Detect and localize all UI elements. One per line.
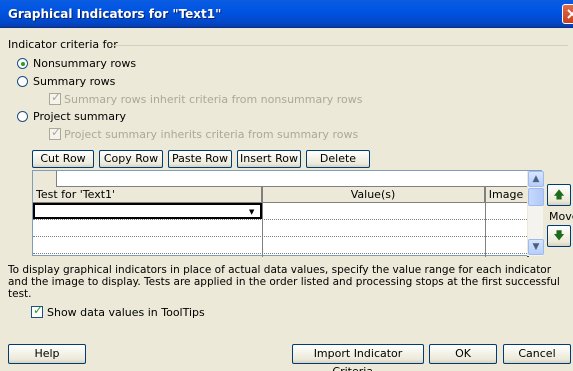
column-header-image[interactable]: Image: [485, 187, 527, 203]
project-summary-radio[interactable]: [17, 111, 28, 122]
delete-row-button[interactable]: Delete Row: [306, 150, 370, 181]
title-bar[interactable]: Graphical Indicators for "Text1": [0, 0, 573, 28]
inherit-project-checkbox[interactable]: ✓: [49, 125, 62, 140]
dropdown-arrow-icon[interactable]: ▼: [249, 208, 254, 216]
window-title: Graphical Indicators for "Text1": [8, 7, 222, 21]
criteria-group-label: Indicator criteria for: [8, 38, 118, 51]
ok-button[interactable]: OK: [429, 344, 497, 364]
scroll-down-icon: ▼: [532, 242, 540, 252]
move-up-button[interactable]: 🡅: [547, 184, 571, 206]
project-summary-label[interactable]: Project summary: [33, 110, 126, 123]
help-button[interactable]: Help: [8, 344, 86, 364]
import-criteria-button[interactable]: Import Indicator Criteria...: [292, 344, 424, 371]
dialog-window: Graphical Indicators for "Text1" Indicat…: [0, 0, 573, 371]
table-row[interactable]: [33, 237, 527, 254]
column-divider: [262, 187, 263, 257]
description-text: To display graphical indicators in place…: [8, 264, 560, 300]
arrow-up-icon: 🡅: [553, 188, 565, 201]
scroll-up-button[interactable]: ▲: [528, 171, 544, 187]
close-button[interactable]: [562, 4, 573, 24]
scroll-down-button[interactable]: ▼: [528, 239, 544, 255]
move-label: Move: [549, 210, 573, 223]
inherit-summary-checkbox[interactable]: ✓: [49, 90, 62, 105]
paste-row-button[interactable]: Paste Row: [168, 150, 232, 168]
show-tooltips-label[interactable]: Show data values in ToolTips: [47, 306, 205, 319]
move-down-button[interactable]: 🡇: [547, 225, 571, 247]
nonsummary-radio[interactable]: [17, 58, 28, 69]
checkmark-icon: ✓: [33, 303, 44, 317]
summary-radio[interactable]: [17, 76, 28, 87]
grid-scrollbar[interactable]: ▲ ▼: [527, 171, 544, 256]
inherit-project-label: Project summary inherits criteria from s…: [64, 128, 359, 141]
scroll-up-icon: ▲: [532, 174, 540, 184]
criteria-grid: Test for 'Text1' Value(s) Image ▼: [32, 170, 542, 257]
cancel-button[interactable]: Cancel: [503, 344, 571, 364]
grid-edit-bar[interactable]: [33, 171, 541, 187]
close-icon: [567, 9, 573, 19]
inherit-summary-label: Summary rows inherit criteria from nonsu…: [64, 93, 363, 106]
table-row[interactable]: ▼: [33, 203, 527, 220]
nonsummary-label[interactable]: Nonsummary rows: [33, 57, 136, 70]
column-divider: [485, 187, 486, 257]
group-divider: [112, 45, 568, 46]
grid-corner: [33, 171, 57, 187]
radio-selected-dot: [21, 62, 25, 66]
copy-row-button[interactable]: Copy Row: [99, 150, 163, 168]
column-header-values[interactable]: Value(s): [262, 187, 485, 203]
checkmark-icon: ✓: [51, 125, 62, 139]
summary-label[interactable]: Summary rows: [33, 75, 115, 88]
test-cell-editor[interactable]: ▼: [33, 203, 262, 219]
column-header-test[interactable]: Test for 'Text1': [33, 187, 262, 203]
cut-row-button[interactable]: Cut Row: [32, 150, 94, 168]
checkmark-icon: ✓: [51, 90, 62, 104]
arrow-down-icon: 🡇: [553, 229, 565, 242]
table-row[interactable]: [33, 220, 527, 237]
show-tooltips-checkbox[interactable]: ✓: [31, 303, 44, 318]
scroll-thumb[interactable]: [528, 188, 544, 206]
insert-row-button[interactable]: Insert Row: [237, 150, 301, 168]
